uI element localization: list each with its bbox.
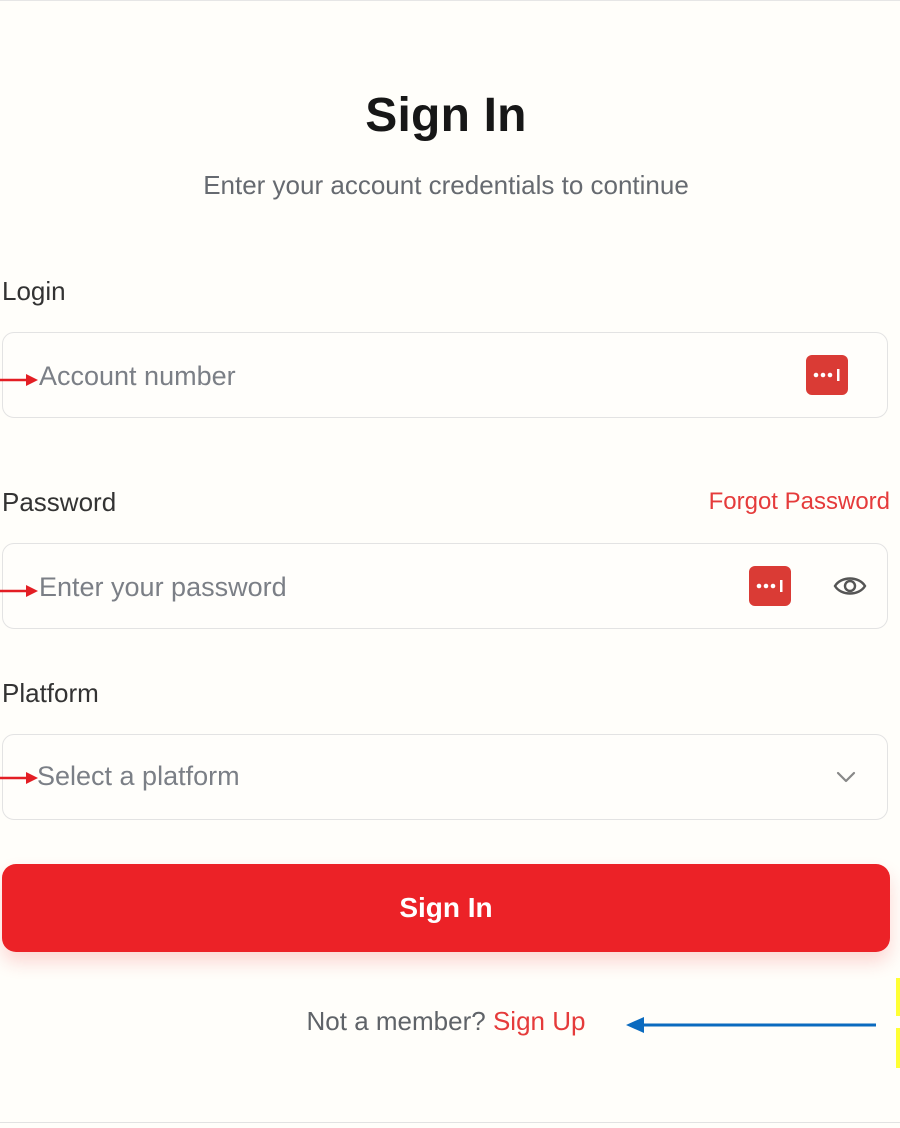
top-divider — [0, 0, 900, 1]
sign-up-link[interactable]: Sign Up — [493, 1006, 586, 1036]
login-input[interactable] — [37, 353, 741, 399]
chevron-down-icon — [836, 771, 856, 783]
login-label: Login — [2, 276, 66, 306]
bottom-divider — [0, 1122, 900, 1123]
annotation-arrow-icon — [0, 374, 38, 386]
password-manager-icon[interactable] — [806, 355, 848, 395]
page-title: Sign In — [365, 89, 527, 142]
annotation-marker — [896, 1028, 900, 1068]
sign-in-button[interactable]: Sign In — [2, 864, 890, 952]
password-label: Password — [2, 487, 117, 517]
annotation-marker — [896, 978, 900, 1016]
eye-icon[interactable] — [833, 572, 867, 600]
signup-prompt-text: Not a member? — [306, 1006, 486, 1036]
annotation-arrow-icon — [0, 772, 38, 784]
password-input[interactable] — [37, 564, 741, 610]
annotation-arrow-icon — [626, 1017, 876, 1033]
page-subtitle: Enter your account credentials to contin… — [203, 170, 689, 200]
password-field-container — [2, 543, 888, 629]
platform-select[interactable]: Select a platform — [2, 734, 888, 820]
password-manager-icon[interactable] — [749, 566, 791, 606]
login-field-container — [2, 332, 888, 418]
annotation-arrow-icon — [0, 585, 38, 597]
platform-label: Platform — [2, 678, 99, 708]
forgot-password-link[interactable]: Forgot Password — [709, 488, 890, 516]
platform-select-placeholder: Select a platform — [37, 761, 240, 791]
